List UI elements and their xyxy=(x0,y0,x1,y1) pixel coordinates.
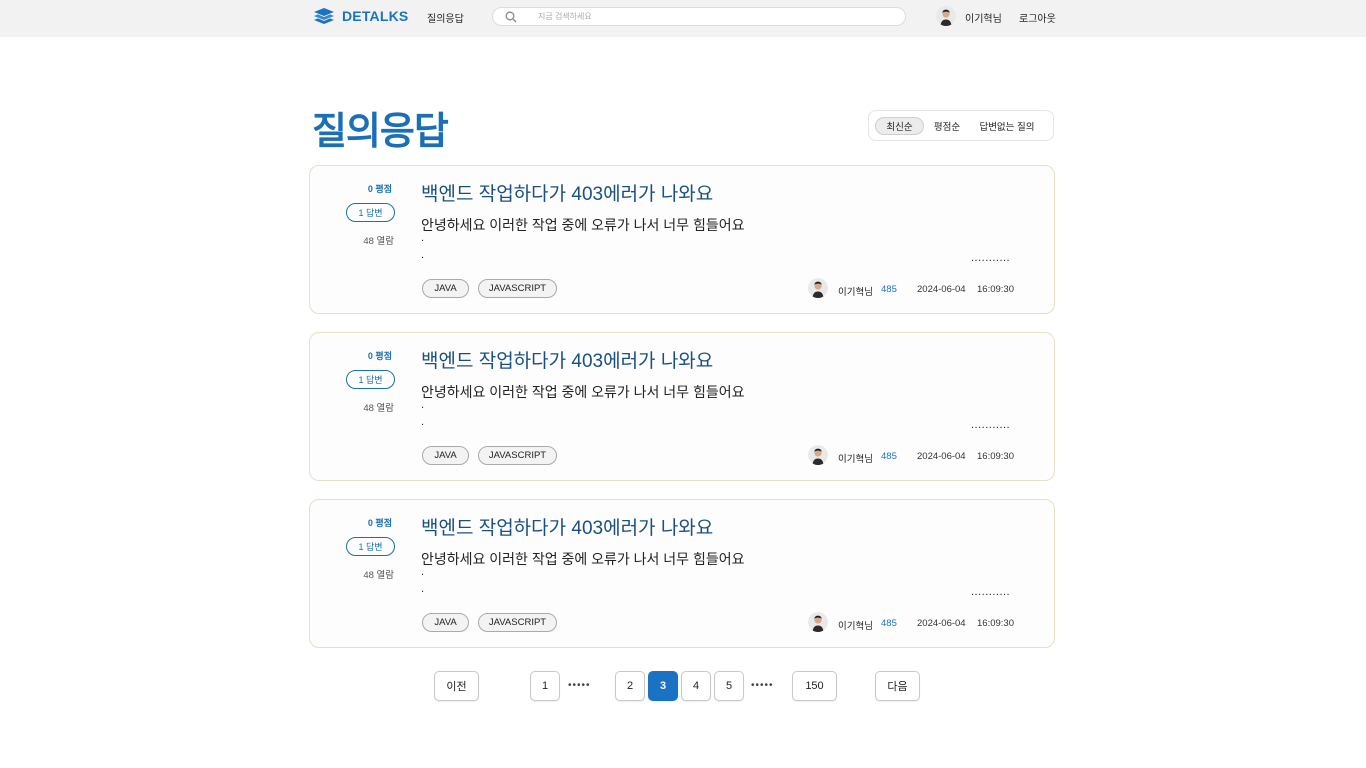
view-count: 48 열람 xyxy=(363,403,394,414)
user-name[interactable]: 이기혁님 xyxy=(965,10,1002,25)
user-avatar-icon xyxy=(936,6,956,26)
pagination-page-2[interactable]: 2 xyxy=(615,671,645,701)
question-preview: 안녕하세요 이러한 작업 중에 오류가 나서 너무 힘들어요 xyxy=(421,384,745,400)
score-count: 0 평점 xyxy=(367,351,392,361)
pagination-prev-button[interactable]: 이전 xyxy=(434,671,479,701)
tag-javascript[interactable]: JAVASCRIPT xyxy=(478,613,557,632)
pagination-next-button[interactable]: 다음 xyxy=(875,671,920,701)
nav-link-qna[interactable]: 질의응답 xyxy=(427,10,464,25)
user-avatar-icon xyxy=(808,612,828,632)
question-card[interactable]: 0 평점 1 답변 48 열람 백엔드 작업하다가 403에러가 나와요 안녕하… xyxy=(309,165,1055,314)
post-date: 2024-06-04 xyxy=(917,284,966,295)
sort-rating-button[interactable]: 평점순 xyxy=(927,117,967,135)
answer-count-badge: 1 답변 xyxy=(346,203,395,222)
search-icon xyxy=(505,11,517,23)
view-count: 48 열람 xyxy=(363,570,394,581)
score-count: 0 평점 xyxy=(367,518,392,528)
top-navigation-bar: DETALKS 질의응답 이기혁님 로그아웃 xyxy=(0,0,1366,37)
score-count: 0 평점 xyxy=(367,184,392,194)
question-preview-ellipsis: ........... xyxy=(971,252,1011,264)
author-name[interactable]: 이기혁님 xyxy=(838,618,873,632)
question-preview-dot: . xyxy=(421,583,425,595)
question-preview-ellipsis: ........... xyxy=(971,586,1011,598)
search-bar[interactable] xyxy=(492,7,906,26)
tag-javascript[interactable]: JAVASCRIPT xyxy=(478,446,557,465)
search-input[interactable] xyxy=(538,10,878,23)
logout-link[interactable]: 로그아웃 xyxy=(1019,10,1056,25)
question-preview-ellipsis: ........... xyxy=(971,419,1011,431)
question-preview-dot: . xyxy=(421,416,425,428)
post-time: 16:09:30 xyxy=(977,618,1014,629)
question-card[interactable]: 0 평점 1 답변 48 열람 백엔드 작업하다가 403에러가 나와요 안녕하… xyxy=(309,332,1055,481)
question-preview-dot: . xyxy=(421,249,425,261)
question-preview: 안녕하세요 이러한 작업 중에 오류가 나서 너무 힘들어요 xyxy=(421,551,745,567)
pagination-page-1[interactable]: 1 xyxy=(530,671,560,701)
pagination-page-5[interactable]: 5 xyxy=(714,671,744,701)
tag-javascript[interactable]: JAVASCRIPT xyxy=(478,279,557,298)
question-preview-dot: . xyxy=(421,399,425,411)
user-avatar-icon xyxy=(808,445,828,465)
author-avatar[interactable] xyxy=(808,278,828,298)
post-date: 2024-06-04 xyxy=(917,618,966,629)
question-preview-dot: . xyxy=(421,566,425,578)
question-title[interactable]: 백엔드 작업하다가 403에러가 나와요 xyxy=(421,513,713,540)
logo[interactable]: DETALKS xyxy=(312,8,408,24)
post-date: 2024-06-04 xyxy=(917,451,966,462)
detalks-logo-icon xyxy=(314,8,334,24)
answer-count-badge: 1 답변 xyxy=(346,370,395,389)
user-avatar[interactable] xyxy=(936,6,956,26)
pagination-ellipsis: ••••• xyxy=(751,680,774,691)
logo-text: DETALKS xyxy=(342,8,409,24)
question-title[interactable]: 백엔드 작업하다가 403에러가 나와요 xyxy=(421,346,713,373)
user-avatar-icon xyxy=(808,278,828,298)
post-time: 16:09:30 xyxy=(977,451,1014,462)
tag-java[interactable]: JAVA xyxy=(422,446,469,465)
author-avatar[interactable] xyxy=(808,445,828,465)
sort-unanswered-button[interactable]: 답변없는 질의 xyxy=(973,117,1041,135)
tag-java[interactable]: JAVA xyxy=(422,613,469,632)
question-preview-dot: . xyxy=(421,232,425,244)
author-name[interactable]: 이기혁님 xyxy=(838,451,873,465)
author-score: 485 xyxy=(881,618,897,629)
author-score: 485 xyxy=(881,451,897,462)
page-title: 질의응답 xyxy=(312,111,449,153)
question-title[interactable]: 백엔드 작업하다가 403에러가 나와요 xyxy=(421,179,713,206)
answer-count-badge: 1 답변 xyxy=(346,537,395,556)
author-score: 485 xyxy=(881,284,897,295)
pagination-page-3-current[interactable]: 3 xyxy=(648,671,678,701)
sort-toggle-group: 최신순 평점순 답변없는 질의 xyxy=(868,110,1054,141)
tag-java[interactable]: JAVA xyxy=(422,279,469,298)
pagination-page-150[interactable]: 150 xyxy=(792,671,837,701)
view-count: 48 열람 xyxy=(363,236,394,247)
pagination-ellipsis: ••••• xyxy=(568,680,591,691)
author-name[interactable]: 이기혁님 xyxy=(838,284,873,298)
post-time: 16:09:30 xyxy=(977,284,1014,295)
question-preview: 안녕하세요 이러한 작업 중에 오류가 나서 너무 힘들어요 xyxy=(421,217,745,233)
question-card[interactable]: 0 평점 1 답변 48 열람 백엔드 작업하다가 403에러가 나와요 안녕하… xyxy=(309,499,1055,648)
author-avatar[interactable] xyxy=(808,612,828,632)
pagination-page-4[interactable]: 4 xyxy=(681,671,711,701)
sort-latest-button[interactable]: 최신순 xyxy=(875,117,924,135)
